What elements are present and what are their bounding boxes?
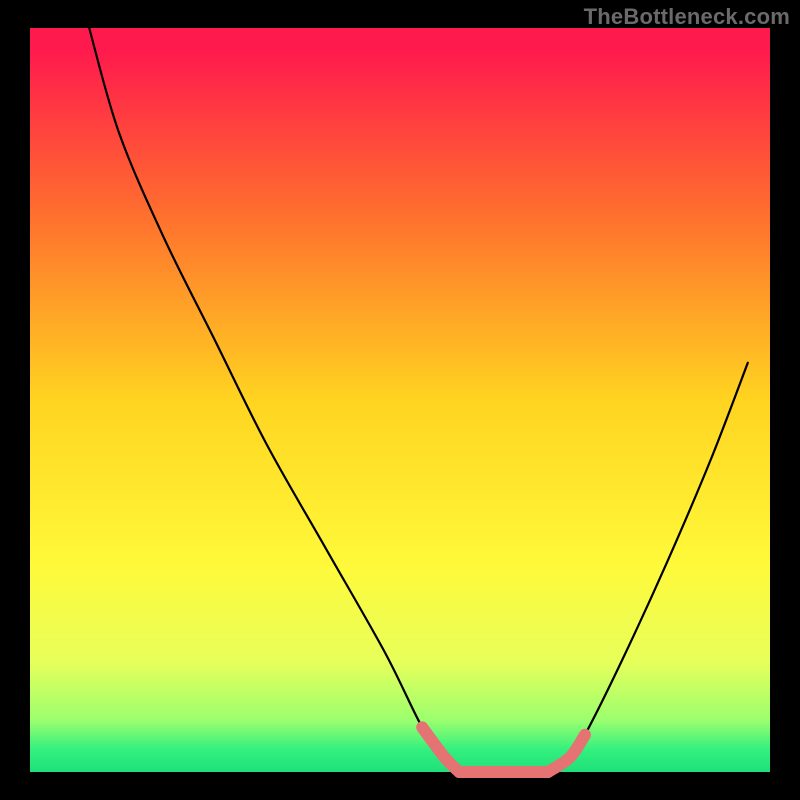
- bottleneck-chart: TheBottleneck.com: [0, 0, 800, 800]
- watermark-label: TheBottleneck.com: [584, 4, 790, 30]
- plot-svg: [0, 0, 800, 800]
- plot-background: [30, 28, 770, 772]
